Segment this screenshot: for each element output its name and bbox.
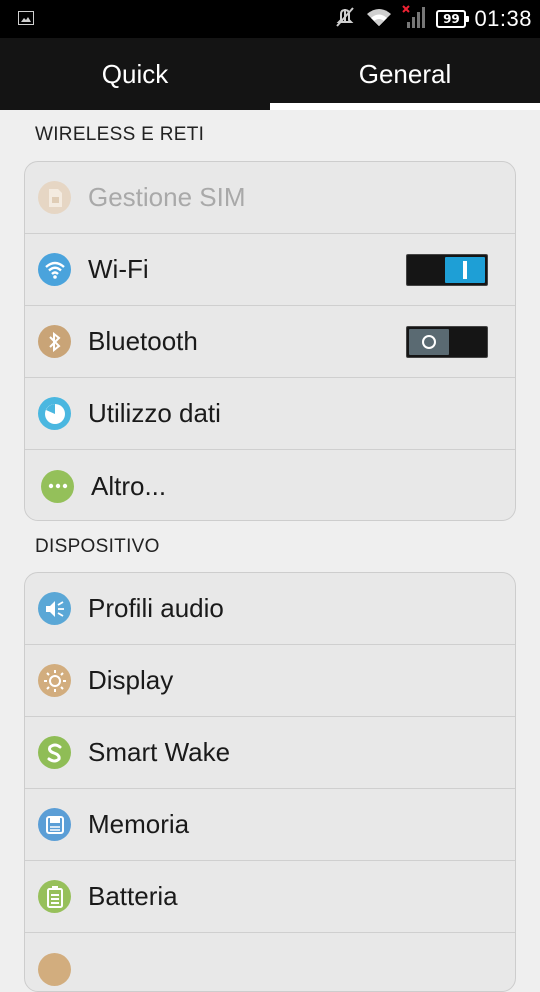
settings-item-battery[interactable]: Batteria bbox=[25, 861, 515, 933]
settings-item-bluetooth[interactable]: Bluetooth bbox=[25, 306, 515, 378]
data-usage-icon bbox=[38, 397, 71, 430]
status-time: 01:38 bbox=[474, 6, 532, 31]
settings-item-storage[interactable]: Memoria bbox=[25, 789, 515, 861]
settings-item-label: Smart Wake bbox=[88, 737, 231, 767]
settings-item-label: Altro... bbox=[91, 470, 167, 501]
settings-item-label: Profili audio bbox=[88, 593, 224, 623]
mute-icon bbox=[334, 6, 356, 32]
bluetooth-icon bbox=[38, 325, 71, 358]
partial-item-icon bbox=[38, 952, 71, 986]
settings-item-data-usage[interactable]: Utilizzo dati bbox=[25, 378, 515, 450]
settings-item-wifi[interactable]: Wi-Fi bbox=[25, 234, 515, 306]
speaker-icon bbox=[38, 592, 71, 625]
tab-general[interactable]: General bbox=[270, 38, 540, 110]
image-notification-icon bbox=[18, 11, 34, 25]
settings-item-label: Batteria bbox=[88, 881, 178, 911]
bluetooth-toggle[interactable] bbox=[406, 325, 488, 358]
no-signal-icon bbox=[402, 5, 428, 33]
battery-icon: 99 bbox=[436, 10, 470, 28]
wifi-signal-icon bbox=[364, 6, 394, 32]
settings-item-smart-wake[interactable]: Smart Wake bbox=[25, 717, 515, 789]
status-bar: 99 01:38 bbox=[0, 0, 540, 38]
tab-quick[interactable]: Quick bbox=[0, 38, 270, 110]
settings-item-label: Display bbox=[88, 665, 174, 695]
settings-item-audio-profiles[interactable]: Profili audio bbox=[25, 573, 515, 645]
settings-item-label: Memoria bbox=[88, 809, 190, 839]
wifi-icon bbox=[38, 253, 71, 286]
battery-settings-icon bbox=[38, 880, 71, 913]
settings-item-label: Bluetooth bbox=[88, 326, 198, 356]
settings-item-next-partial[interactable] bbox=[25, 933, 515, 991]
settings-item-label: Wi-Fi bbox=[88, 254, 149, 284]
device-card: Profili audio Display Smart Wake Memoria… bbox=[24, 572, 516, 992]
storage-icon bbox=[38, 808, 71, 841]
toggle-knob bbox=[409, 328, 449, 355]
wireless-card: Gestione SIM Wi-Fi Bluetooth Utilizzo da… bbox=[24, 161, 516, 521]
battery-level: 99 bbox=[443, 12, 460, 26]
brightness-icon bbox=[38, 664, 71, 697]
smart-wake-icon bbox=[38, 736, 71, 769]
wifi-toggle[interactable] bbox=[406, 253, 488, 286]
toggle-knob bbox=[445, 256, 485, 283]
status-icons: 99 01:38 bbox=[334, 0, 532, 38]
section-header-device: DISPOSITIVO bbox=[35, 536, 160, 557]
sim-card-icon bbox=[38, 181, 71, 214]
section-header-wireless: WIRELESS E RETI bbox=[35, 124, 205, 145]
settings-item-label: Utilizzo dati bbox=[88, 398, 221, 428]
settings-item-display[interactable]: Display bbox=[25, 645, 515, 717]
more-icon bbox=[41, 469, 74, 503]
settings-item-sim[interactable]: Gestione SIM bbox=[25, 162, 515, 234]
tab-bar: Quick General bbox=[0, 38, 540, 110]
settings-item-label: Gestione SIM bbox=[88, 182, 246, 212]
settings-item-more[interactable]: Altro... bbox=[25, 450, 515, 520]
